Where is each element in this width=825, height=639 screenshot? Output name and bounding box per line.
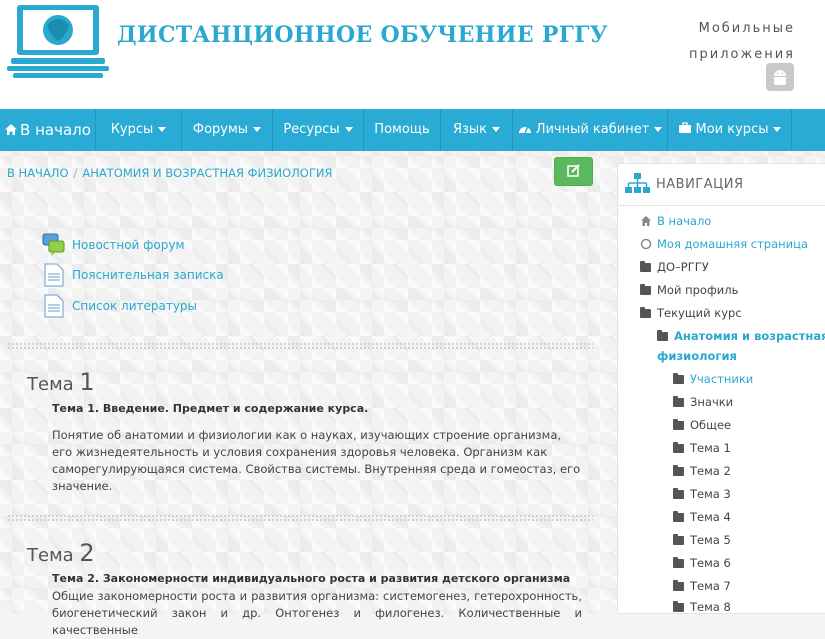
nav-tree-label: Тема 7 <box>690 579 731 593</box>
nav-courses[interactable]: Курсы <box>96 109 182 151</box>
nav-my-courses[interactable]: Мои курсы <box>668 109 792 151</box>
nav-tree-label-line2: физиология <box>657 349 737 363</box>
nav-tree-label: Тема 6 <box>690 556 731 570</box>
nav-resources[interactable]: Ресурсы <box>273 109 364 151</box>
nav-tree-label: Тема 4 <box>690 510 731 524</box>
mobile-apps-line1: Мобильные <box>698 21 795 36</box>
nav-language[interactable]: Язык <box>441 109 513 151</box>
nav-help[interactable]: Помощь <box>364 109 441 151</box>
circle-icon <box>640 238 652 250</box>
caret-down-icon <box>158 127 167 132</box>
site-title[interactable]: ДИСТАНЦИОННОЕ ОБУЧЕНИЕ РГГУ <box>117 22 608 48</box>
nav-resources-label: Ресурсы <box>283 122 340 137</box>
topic-number: 1 <box>79 368 95 396</box>
breadcrumb-course[interactable]: АНАТОМИЯ И ВОЗРАСТНАЯ ФИЗИОЛОГИЯ <box>82 166 332 180</box>
caret-down-icon <box>492 127 501 132</box>
caret-down-icon <box>773 127 782 132</box>
nav-forums-label: Форумы <box>192 122 249 137</box>
nav-home[interactable]: В начало <box>0 109 96 151</box>
navigation-title: НАВИГАЦИЯ <box>656 177 744 192</box>
nav-tree-label: Участники <box>690 372 754 386</box>
folder-icon <box>673 442 684 453</box>
topic-number: 2 <box>79 539 95 567</box>
section-divider <box>7 342 593 350</box>
folder-icon <box>673 534 684 545</box>
activity-label: Новостной форум <box>72 238 185 252</box>
nav-tree-label: Тема 3 <box>690 487 731 501</box>
folder-icon <box>673 419 684 430</box>
main-navbar: В начало Курсы Форумы Ресурсы Помощь Язы… <box>0 109 825 151</box>
sitemap-icon <box>625 173 650 193</box>
folder-icon <box>640 284 651 295</box>
breadcrumb-separator: / <box>73 166 78 180</box>
section-divider <box>7 514 593 522</box>
page-icon <box>44 263 64 287</box>
edit-icon <box>567 164 580 177</box>
home-icon <box>5 124 18 135</box>
nav-tree-label: Анатомия и возрастная <box>674 329 825 343</box>
activity-label: Список литературы <box>72 299 198 313</box>
topic-1-subtitle: Тема 1. Введение. Предмет и содержание к… <box>52 402 369 415</box>
folder-icon <box>640 307 651 318</box>
mobile-apps-heading: Мобильные приложения <box>685 16 795 68</box>
folder-icon <box>657 330 668 341</box>
breadcrumb: В НАЧАЛО / АНАТОМИЯ И ВОЗРАСТНАЯ ФИЗИОЛОГИ… <box>7 166 332 180</box>
nav-home-label: В начало <box>20 121 91 139</box>
nav-tree-label: Значки <box>690 395 734 409</box>
nav-tree-label: Тема 8 <box>690 600 731 614</box>
nav-language-label: Язык <box>452 122 488 137</box>
folder-icon <box>673 511 684 522</box>
folder-icon <box>673 465 684 476</box>
page-icon <box>44 294 64 318</box>
home-icon <box>641 216 651 226</box>
nav-forums[interactable]: Форумы <box>182 109 273 151</box>
nav-tree-label: Мой профиль <box>657 283 739 297</box>
caret-down-icon <box>344 127 353 132</box>
nav-tree-label: Моя домашняя страница <box>657 237 809 251</box>
briefcase-icon <box>678 122 691 133</box>
nav-tree-label: В начало <box>657 214 712 228</box>
forum-icon <box>42 233 65 256</box>
topic-word: Тема <box>27 374 74 395</box>
nav-help-label: Помощь <box>374 122 430 137</box>
nav-tree-label: Тема 1 <box>690 441 731 455</box>
folder-icon <box>673 580 684 591</box>
activity-label: Пояснительная записка <box>72 268 224 282</box>
topic-word: Тема <box>27 545 74 566</box>
caret-down-icon <box>654 127 663 132</box>
folder-icon <box>673 488 684 499</box>
site-header: ДИСТАНЦИОННОЕ ОБУЧЕНИЕ РГГУ Мобильные пр… <box>0 0 825 109</box>
folder-icon <box>673 373 684 384</box>
android-app-button[interactable] <box>766 63 794 91</box>
nav-tree-label: ДО–РГГУ <box>657 260 709 274</box>
nav-cabinet[interactable]: Личный кабинет <box>513 109 668 151</box>
nav-my-courses-label: Мои курсы <box>695 122 769 137</box>
breadcrumb-home[interactable]: В НАЧАЛО <box>7 166 69 180</box>
topic-2-subtitle: Тема 2. Закономерности индивидуального р… <box>52 572 571 585</box>
topic-1-description: Понятие об анатомии и физиологии как о н… <box>52 428 581 493</box>
folder-icon <box>673 557 684 568</box>
caret-down-icon <box>253 127 262 132</box>
edit-button[interactable] <box>554 157 593 186</box>
nav-tree-label: Тема 5 <box>690 533 731 547</box>
dashboard-icon <box>518 125 531 134</box>
nav-tree-label: Тема 2 <box>690 464 731 478</box>
folder-icon <box>640 261 651 272</box>
navigation-divider <box>618 205 825 206</box>
site-logo[interactable] <box>7 3 109 79</box>
android-icon <box>774 70 786 85</box>
nav-tree-label: Общее <box>690 418 732 432</box>
nav-cabinet-label: Личный кабинет <box>535 122 650 137</box>
topic-2-title: Тема 2 <box>27 539 95 567</box>
nav-courses-label: Курсы <box>110 122 154 137</box>
topic-1-title: Тема 1 <box>27 368 95 396</box>
folder-icon <box>673 601 684 612</box>
folder-icon <box>673 396 684 407</box>
nav-tree-label: Текущий курс <box>657 306 742 320</box>
